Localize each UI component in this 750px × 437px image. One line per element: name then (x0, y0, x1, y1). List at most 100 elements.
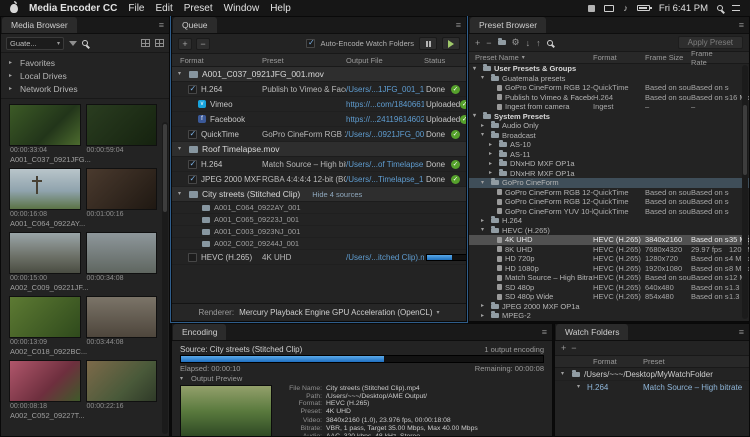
column-status[interactable]: Status (424, 56, 466, 65)
output-preset[interactable]: 4K UHD (262, 253, 346, 262)
disclosure-triangle-icon[interactable] (561, 371, 568, 377)
column-preset[interactable]: Preset (262, 56, 346, 65)
queue-output-row[interactable]: Facebook https://...24119614602283 Uploa… (172, 112, 466, 127)
import-preset-icon[interactable] (526, 38, 531, 48)
chevron-right-icon[interactable] (481, 218, 488, 224)
tree-item-favorites[interactable]: Favorites (1, 56, 169, 69)
chevron-right-icon[interactable] (489, 161, 496, 167)
panel-menu-icon[interactable] (739, 20, 744, 30)
media-clip-thumbnail[interactable]: 00:00:15:00 (9, 232, 81, 282)
preset-group-row[interactable]: DNxHD MXF OP1a (469, 159, 749, 169)
battery-icon[interactable] (637, 5, 650, 11)
preset-row[interactable]: HD 720pHEVC (H.265)1280x720Based on sour… (469, 254, 749, 264)
disclosure-triangle-icon[interactable] (473, 113, 480, 119)
queue-source-row[interactable]: Roof Timelapse.mov (172, 142, 466, 157)
output-file-link[interactable]: /Users/...1JFG_001_1.mp4 (346, 85, 424, 94)
menu-file[interactable]: File (128, 3, 144, 14)
queue-output-row[interactable]: QuickTime GoPro CineForm RGB 12-... /Use… (172, 127, 466, 142)
chevron-right-icon[interactable] (489, 151, 496, 157)
disclosure-triangle-icon[interactable] (481, 132, 488, 138)
menu-window[interactable]: Window (224, 3, 260, 14)
preset-row[interactable]: 8K UHDHEVC (H.265)7680x432029.97 fps120 … (469, 245, 749, 255)
disclosure-triangle-icon[interactable] (178, 146, 185, 152)
list-view-icon[interactable] (155, 39, 164, 47)
preset-row[interactable]: SD 480pHEVC (H.265)640x480Based on sourc… (469, 283, 749, 293)
stitch-source-row[interactable]: A001_C065_09223J_001 (172, 214, 466, 226)
stitch-source-row[interactable]: A002_C002_09244J_001 (172, 238, 466, 250)
new-group-icon[interactable] (498, 40, 506, 45)
preset-row[interactable]: Ingest from cameraIngest–– (469, 102, 749, 112)
watch-folder-output-row[interactable]: H.264 Match Source – High bitrate (555, 381, 749, 393)
media-clip-thumbnail[interactable]: 00:00:33:04 (9, 104, 81, 154)
queue-output-row[interactable]: H.264 Match Source – High bitr... /Users… (172, 157, 466, 172)
output-file-link[interactable]: https://...com/184066142 (346, 100, 424, 109)
stitch-source-row[interactable]: A001_C064_0922AY_001 (172, 202, 466, 214)
disclosure-triangle-icon[interactable] (481, 75, 488, 81)
preset-group-row[interactable]: AS-11 (469, 150, 749, 160)
queue-source-row[interactable]: A001_C037_0921JFG_001.mov (172, 67, 466, 82)
watch-output-preset[interactable]: Match Source – High bitrate (643, 383, 749, 392)
pause-queue-button[interactable] (419, 37, 437, 50)
preset-group-row[interactable]: JPEG 2000 MXF OP1a (469, 302, 749, 312)
preset-row[interactable]: SD 480p WideHEVC (H.265)854x480Based on … (469, 292, 749, 302)
apply-preset-button[interactable]: Apply Preset (678, 36, 743, 49)
chevron-right-icon[interactable] (9, 86, 16, 92)
preset-group-row[interactable]: Guatemala presets (469, 74, 749, 84)
renderer-dropdown[interactable]: Mercury Playback Engine GPU Acceleration… (239, 308, 439, 317)
column-frame-size[interactable]: Frame Size (645, 53, 691, 62)
chevron-right-icon[interactable] (489, 170, 496, 176)
media-clip-thumbnail[interactable]: 00:03:44:08 (86, 296, 158, 346)
preset-group-row[interactable]: Audio Only (469, 121, 749, 131)
watch-output-format[interactable]: H.264 (587, 383, 608, 392)
app-status-icon[interactable] (588, 5, 595, 12)
queue-output-row[interactable]: H.264 Publish to Vimeo & Face... /Users/… (172, 82, 466, 97)
spotlight-search-icon[interactable] (717, 5, 723, 11)
chevron-right-icon[interactable] (489, 142, 496, 148)
output-preset[interactable]: RGBA 4:4:4:4 12-bit (BC... (262, 175, 346, 184)
disclosure-triangle-icon[interactable] (481, 227, 488, 233)
panel-menu-icon[interactable] (159, 20, 164, 30)
media-clip-thumbnail[interactable]: 00:00:16:08 (9, 168, 81, 218)
preset-group-row[interactable]: H.264 (469, 216, 749, 226)
remove-source-button[interactable] (196, 38, 210, 50)
output-file-link[interactable]: https://...24119614602283 (346, 115, 424, 124)
preset-row[interactable]: Publish to Vimeo & FacebookH.264Based on… (469, 93, 749, 103)
tab-encoding[interactable]: Encoding (173, 324, 226, 340)
hide-sources-link[interactable]: Hide 4 sources (312, 190, 362, 199)
preset-settings-gear-icon[interactable] (512, 37, 520, 48)
column-format[interactable]: Format (555, 357, 643, 366)
media-clip-thumbnail[interactable]: 00:00:59:04 (86, 104, 158, 154)
volume-icon[interactable] (623, 3, 628, 14)
column-output-file[interactable]: Output File (346, 56, 424, 65)
preset-row[interactable]: GoPro CineForm RGB 12-bit with alphaQuic… (469, 188, 749, 198)
watch-folder-row[interactable]: /Users/~~~/Desktop/MyWatchFolder (555, 368, 749, 381)
stitch-source-row[interactable]: A001_C003_0923NJ_001 (172, 226, 466, 238)
queue-output-row[interactable]: HEVC (H.265) 4K UHD /Users/...itched Cli… (172, 250, 466, 265)
tab-preset-browser[interactable]: Preset Browser (470, 17, 546, 33)
media-clip-thumbnail[interactable]: 00:00:13:09 (9, 296, 81, 346)
output-file-link[interactable]: /Users/...of Timelapse.mp4 (346, 160, 424, 169)
create-preset-button[interactable] (475, 38, 480, 48)
add-watch-folder-button[interactable] (561, 343, 566, 353)
preset-row[interactable]: GoPro CineForm RGB 12-bitQuickTimeBased … (469, 197, 749, 207)
tree-item-local-drives[interactable]: Local Drives (1, 69, 169, 82)
output-file-link[interactable]: /Users/...itched Clip).mp4 (346, 253, 424, 262)
preset-group-row[interactable]: Broadcast (469, 131, 749, 141)
column-preset-name[interactable]: Preset Name (469, 53, 593, 62)
panel-menu-icon[interactable] (542, 327, 547, 337)
chevron-right-icon[interactable] (9, 73, 16, 79)
preset-section-row[interactable]: User Presets & Groups (469, 64, 749, 74)
remove-watch-folder-button[interactable] (571, 343, 576, 353)
menubar-clock[interactable]: Fri 6:41 PM (659, 3, 708, 14)
column-preset[interactable]: Preset (643, 357, 749, 366)
output-file-link[interactable]: /Users/...Timelapse_1.mxf (346, 175, 424, 184)
output-checkbox[interactable] (188, 175, 197, 184)
menu-edit[interactable]: Edit (155, 3, 172, 14)
preset-group-row[interactable]: GoPro CineForm (469, 178, 749, 188)
display-icon[interactable] (604, 5, 614, 12)
output-preset[interactable]: Publish to Vimeo & Face... (262, 85, 346, 94)
preset-group-row[interactable]: HEVC (H.265) (469, 226, 749, 236)
preset-row[interactable]: HD 1080pHEVC (H.265)1920x1080Based on so… (469, 264, 749, 274)
chevron-right-icon[interactable] (481, 313, 488, 319)
panel-menu-icon[interactable] (739, 327, 744, 337)
